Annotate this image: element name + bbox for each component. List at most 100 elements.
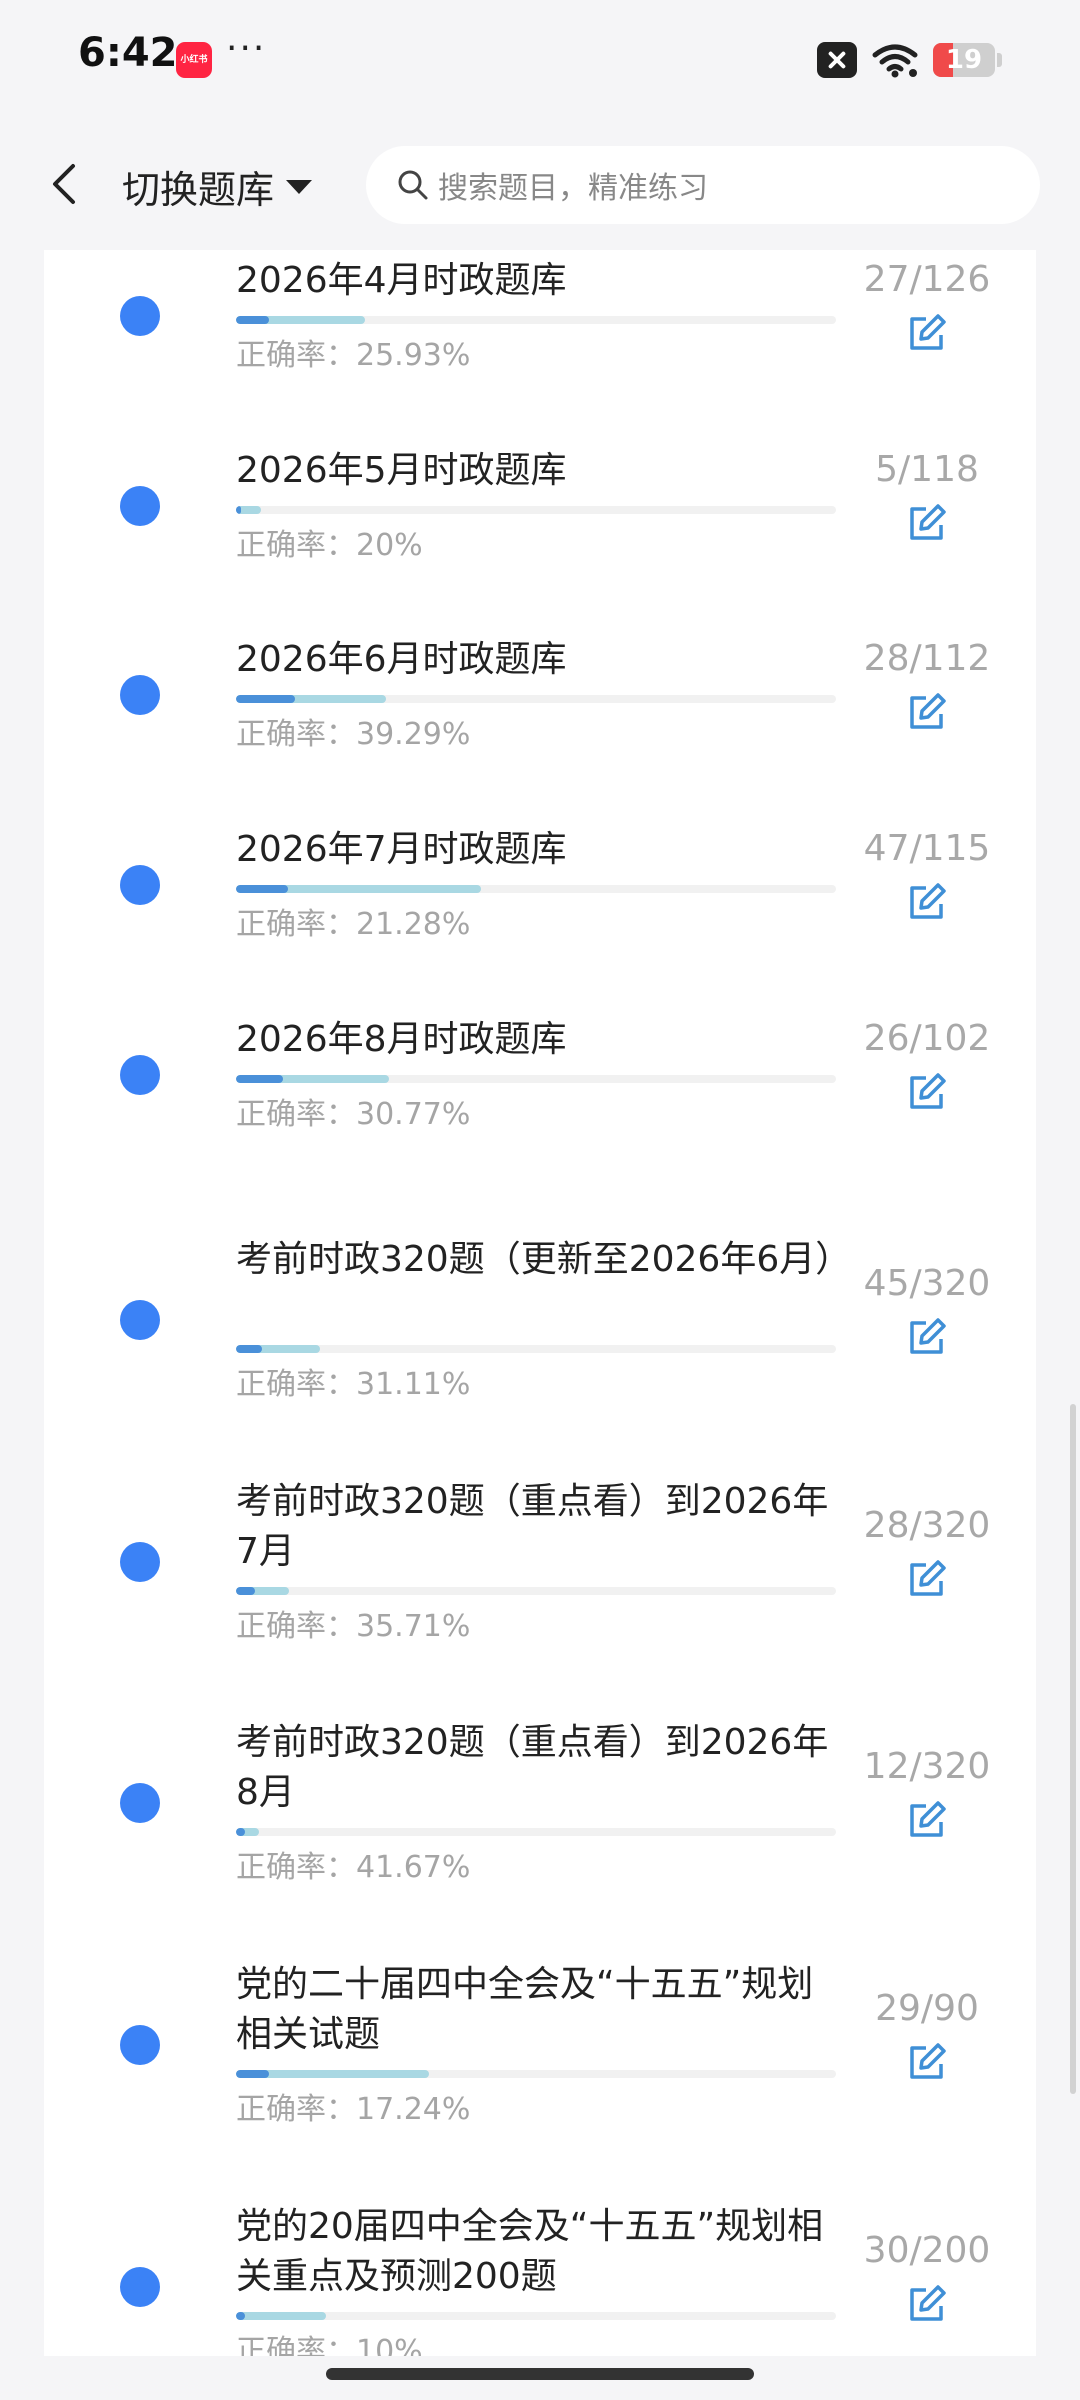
bank-status-dot bbox=[120, 1055, 160, 1095]
list-item[interactable]: 2026年5月时政题库正确率：20% 5/118 bbox=[44, 424, 1036, 604]
search-placeholder: 搜索题目，精准练习 bbox=[438, 171, 708, 206]
progress-bar-correct bbox=[236, 1075, 284, 1083]
status-time: 6:42 bbox=[78, 30, 178, 76]
bank-status-dot bbox=[120, 865, 160, 905]
battery-level: 19 bbox=[945, 45, 983, 75]
bank-title: 考前时政320题（更新至2026年6月） bbox=[236, 1239, 852, 1280]
progress-bar-correct bbox=[236, 2070, 270, 2078]
progress-bar bbox=[236, 506, 836, 514]
accuracy-text: 正确率：30.77% bbox=[236, 1097, 471, 1132]
list-item[interactable]: 党的二十届四中全会及“十五五”规划相关试题 正确率：17.24% 29/90 bbox=[44, 1938, 1036, 2168]
accuracy-text: 正确率：41.67% bbox=[236, 1850, 471, 1885]
edit-icon bbox=[907, 1070, 949, 1116]
header: 切换题库 搜索题目，精准练习 bbox=[0, 118, 1080, 250]
progress-bar bbox=[236, 316, 836, 324]
notification-x-icon bbox=[817, 42, 857, 78]
practice-edit-button[interactable] bbox=[906, 1558, 950, 1602]
progress-bar-correct bbox=[236, 1587, 255, 1595]
practice-edit-button[interactable] bbox=[906, 1316, 950, 1360]
bank-title: 2026年5月时政题库 bbox=[236, 450, 567, 491]
bank-status-dot bbox=[120, 1300, 160, 1340]
bank-status-dot bbox=[120, 675, 160, 715]
progress-bar bbox=[236, 1075, 836, 1083]
bank-title: 2026年6月时政题库 bbox=[236, 639, 567, 680]
bank-title: 2026年4月时政题库 bbox=[236, 260, 567, 301]
progress-bar-correct bbox=[236, 1345, 263, 1353]
progress-bar-correct bbox=[236, 506, 242, 514]
progress-count: 30/200 bbox=[863, 2230, 991, 2271]
progress-bar bbox=[236, 1587, 836, 1595]
bank-status-dot bbox=[120, 1542, 160, 1582]
list-item[interactable]: 2026年8月时政题库正确率：30.77% 26/102 bbox=[44, 993, 1036, 1173]
scrollbar[interactable] bbox=[1070, 1404, 1076, 2094]
practice-edit-button[interactable] bbox=[906, 312, 950, 356]
edit-icon bbox=[907, 1798, 949, 1844]
search-icon bbox=[396, 168, 430, 202]
bank-status-dot bbox=[120, 2267, 160, 2307]
progress-bar bbox=[236, 885, 836, 893]
bank-title: 考前时政320题（重点看）到2026年8月 bbox=[236, 1722, 829, 1813]
list-item[interactable]: 2026年4月时政题库正确率：25.93% 27/126 bbox=[44, 250, 1036, 414]
caret-down-icon bbox=[286, 180, 313, 194]
progress-count: 5/118 bbox=[875, 449, 979, 490]
progress-count: 28/320 bbox=[863, 1505, 991, 1546]
practice-edit-button[interactable] bbox=[906, 1799, 950, 1843]
progress-count: 47/115 bbox=[863, 828, 991, 869]
practice-edit-button[interactable] bbox=[906, 2283, 950, 2327]
progress-bar-correct bbox=[236, 885, 289, 893]
accuracy-text: 正确率：10% bbox=[236, 2334, 423, 2356]
practice-edit-button[interactable] bbox=[906, 691, 950, 735]
progress-count: 29/90 bbox=[875, 1988, 979, 2029]
list-item[interactable]: 考前时政320题（重点看）到2026年8月正确率：41.67% 12/320 bbox=[44, 1696, 1036, 1926]
practice-edit-button[interactable] bbox=[906, 881, 950, 925]
bank-title: 2026年8月时政题库 bbox=[236, 1019, 567, 1060]
accuracy-text: 正确率：39.29% bbox=[236, 717, 471, 752]
xiaohongshu-app-icon: 小红书 bbox=[176, 42, 212, 78]
status-bar: 6:42 小红书 ··· 19 bbox=[0, 0, 1080, 118]
battery-icon: 19 bbox=[933, 43, 995, 77]
bank-title: 党的二十届四中全会及“十五五”规划相关试题 bbox=[236, 1964, 814, 2055]
edit-icon bbox=[907, 1557, 949, 1603]
switch-bank-label: 切换题库 bbox=[122, 167, 275, 212]
edit-icon bbox=[907, 690, 949, 736]
practice-edit-button[interactable] bbox=[906, 502, 950, 546]
progress-bar-done bbox=[236, 2312, 326, 2320]
progress-count: 28/112 bbox=[863, 638, 991, 679]
progress-bar-correct bbox=[236, 316, 270, 324]
status-indicators: 19 bbox=[817, 38, 1002, 82]
edit-icon bbox=[907, 501, 949, 547]
home-indicator[interactable] bbox=[326, 2368, 754, 2380]
bank-status-dot bbox=[120, 2025, 160, 2065]
list-item[interactable]: 考前时政320题（重点看）到2026年7月正确率：35.71% 28/320 bbox=[44, 1455, 1036, 1685]
accuracy-text: 正确率：20% bbox=[236, 528, 423, 563]
progress-bar bbox=[236, 695, 836, 703]
bank-title: 考前时政320题（重点看）到2026年7月 bbox=[236, 1481, 829, 1572]
bank-status-dot bbox=[120, 486, 160, 526]
accuracy-text: 正确率：25.93% bbox=[236, 338, 471, 373]
practice-edit-button[interactable] bbox=[906, 1071, 950, 1115]
chevron-left-icon bbox=[53, 164, 75, 204]
list-item[interactable]: 考前时政320题（更新至2026年6月） 正确率：31.11% 45/320 bbox=[44, 1213, 1036, 1443]
edit-icon bbox=[907, 2282, 949, 2328]
edit-icon bbox=[907, 311, 949, 357]
edit-icon bbox=[907, 2040, 949, 2086]
list-item[interactable]: 党的20届四中全会及“十五五”规划相关重点及预测200题正确率：10% 30/20… bbox=[44, 2180, 1036, 2356]
switch-question-bank-button[interactable]: 切换题库 bbox=[122, 158, 313, 214]
search-input[interactable]: 搜索题目，精准练习 bbox=[366, 146, 1040, 224]
progress-count: 12/320 bbox=[863, 1746, 991, 1787]
list-item[interactable]: 2026年7月时政题库 正确率：21.28% 47/115 bbox=[44, 803, 1036, 983]
progress-count: 27/126 bbox=[863, 259, 991, 300]
accuracy-text: 正确率：35.71% bbox=[236, 1609, 471, 1644]
progress-bar bbox=[236, 1345, 836, 1353]
progress-bar-correct bbox=[236, 695, 295, 703]
bank-title: 2026年7月时政题库 bbox=[236, 829, 567, 870]
wifi-icon bbox=[872, 44, 918, 78]
list-item[interactable]: 2026年6月时政题库正确率：39.29% 28/112 bbox=[44, 613, 1036, 793]
progress-count: 26/102 bbox=[863, 1018, 991, 1059]
progress-bar bbox=[236, 2312, 836, 2320]
bank-title: 党的20届四中全会及“十五五”规划相关重点及预测200题 bbox=[236, 2206, 824, 2297]
edit-icon bbox=[907, 880, 949, 926]
practice-edit-button[interactable] bbox=[906, 2041, 950, 2085]
back-button[interactable] bbox=[38, 154, 90, 214]
bank-status-dot bbox=[120, 1783, 160, 1823]
